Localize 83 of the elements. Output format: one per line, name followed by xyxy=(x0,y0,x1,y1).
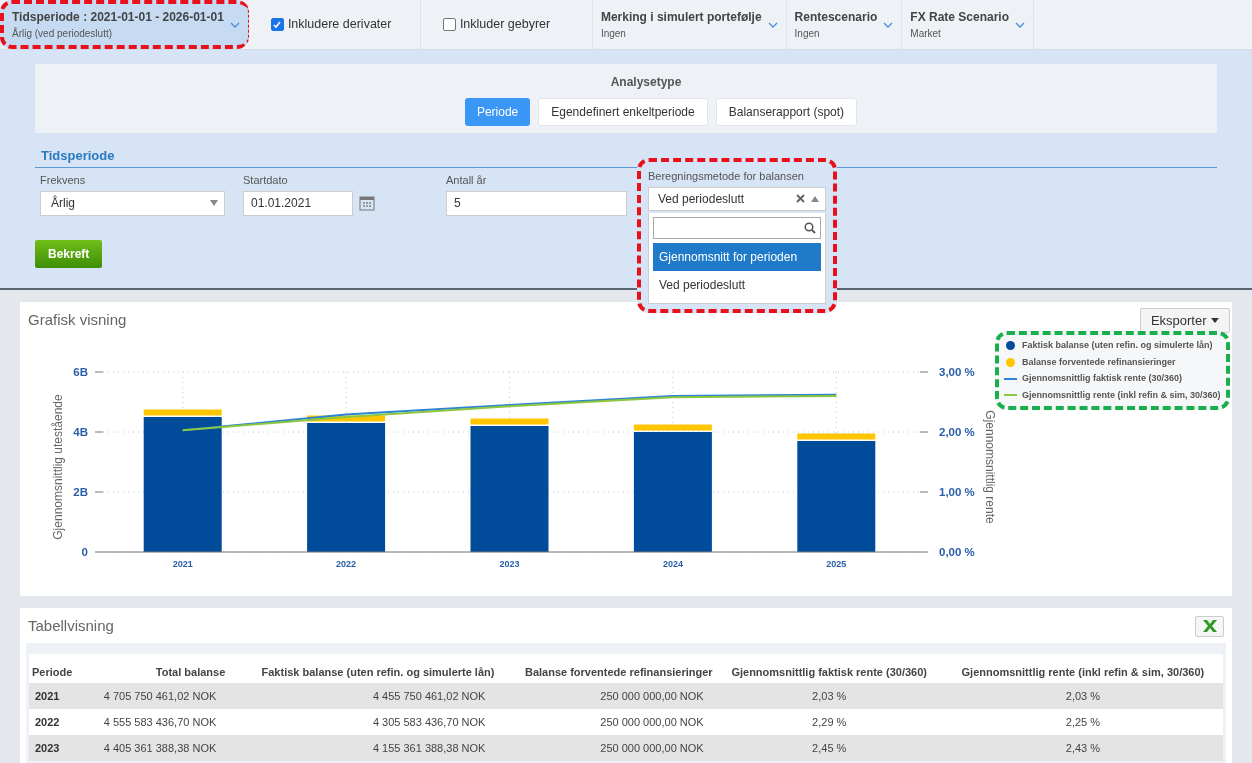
axis-tick-label: 6B xyxy=(73,365,88,378)
axis-tick-label: 2025 xyxy=(826,558,847,569)
table-cell: 4 455 750 461,02 NOK xyxy=(228,683,498,709)
column-header: Faktisk balanse (uten refin. og simulerte lån) xyxy=(228,653,498,683)
axis-tick-label: 2,00 % xyxy=(939,425,975,438)
select-field[interactable]: Årlig xyxy=(40,190,225,216)
table-cell: 4 705 750 461,02 NOK xyxy=(81,683,229,709)
table-cell: 2,03 % xyxy=(715,683,943,709)
legend-label[interactable]: Gjennomsnittlig faktisk rente (30/360) xyxy=(1022,372,1183,386)
checkbox[interactable] xyxy=(270,18,284,31)
legend-line xyxy=(1004,394,1017,397)
axis-tick-label: 1,00 % xyxy=(939,485,975,498)
field-label: Frekvens xyxy=(40,173,87,188)
checkbox-option[interactable]: Inkludere derivater xyxy=(270,15,392,34)
chevron-down-icon xyxy=(883,21,894,28)
chevron-down-icon xyxy=(1015,21,1025,28)
axis-tick-label: 4B xyxy=(73,425,88,438)
excel-icon xyxy=(1201,620,1218,633)
axis-tick-label: 0,00 % xyxy=(939,545,975,558)
table-cell: 4 405 361 388,38 NOK xyxy=(81,735,229,761)
table-cell: 2,45 % xyxy=(715,735,943,761)
table-cell: 2022 xyxy=(29,709,82,735)
axis-title: Gjennomsnittlig rente xyxy=(983,409,997,524)
legend-line xyxy=(1004,377,1017,380)
axis-tick-label: 3,00 % xyxy=(939,365,975,378)
column-header: Gjennomsnittlig faktisk rente (30/360) xyxy=(715,653,943,683)
axis-tick-label: 2021 xyxy=(172,558,193,569)
search-icon xyxy=(804,221,816,234)
table-cell: 4 155 361 388,38 NOK xyxy=(228,735,498,761)
caret-icon xyxy=(1210,318,1219,323)
excel-export-button[interactable] xyxy=(1195,615,1224,637)
filter-dropdown[interactable]: Merking i simulert portefølje Ingen xyxy=(592,0,787,49)
caret-icon xyxy=(210,200,218,206)
table-cell: 2,03 % xyxy=(942,683,1223,709)
field-label: Beregningsmetode for balansen xyxy=(648,169,805,184)
section-title: Analysetype xyxy=(609,74,682,91)
section-title: Tidsperiode xyxy=(40,148,116,163)
field-label: Antall år xyxy=(446,173,488,188)
clear-icon[interactable] xyxy=(796,194,805,203)
chevron-down-icon xyxy=(229,21,240,28)
axis-tick-label: 2023 xyxy=(499,558,520,569)
date-field[interactable]: 01.01.2021 xyxy=(243,190,353,216)
axis-title: Gjennomsnittlig utestående xyxy=(51,393,65,540)
table-cell: 250 000 000,00 NOK xyxy=(497,735,716,761)
panel-title: Grafisk visning xyxy=(28,310,128,330)
export-button[interactable]: Eksporter xyxy=(1139,308,1230,333)
axis-tick-label: 2022 xyxy=(336,558,357,569)
legend-label[interactable]: Faktisk balanse (uten refin. og simulerte lån) xyxy=(1022,339,1213,353)
table-cell: 2021 xyxy=(29,683,82,709)
select-field[interactable]: Ved periodeslutt xyxy=(648,186,826,211)
axis-tick-label: 0 xyxy=(81,545,88,558)
table-cell: 4 555 583 436,70 NOK xyxy=(81,709,229,735)
analysis-tab[interactable]: Egendefinert enkeltperiode xyxy=(538,98,708,126)
column-header: Balanse forventede refinansieringer xyxy=(497,653,716,683)
dropdown-option[interactable]: Ved periodeslutt xyxy=(653,270,821,299)
checkbox-option[interactable]: Inkluder gebyrer xyxy=(442,15,551,34)
column-header: Periode xyxy=(29,653,82,683)
legend-label[interactable]: Gjennomsnittlig rente (inkl refin & sim, 30/360) xyxy=(1022,388,1221,402)
filter-dropdown[interactable]: FX Rate Scenario Market xyxy=(902,0,1034,49)
table-cell: 2,25 % xyxy=(942,709,1223,735)
caret-icon xyxy=(811,195,819,202)
filter-dropdown[interactable]: Rentescenario Ingen xyxy=(786,0,903,49)
table-cell: 250 000 000,00 NOK xyxy=(497,683,716,709)
panel-title: Tabellvisning xyxy=(28,616,114,636)
table-cell: 4 305 583 436,70 NOK xyxy=(228,709,498,735)
column-header: Total balanse xyxy=(81,653,229,683)
search-field[interactable] xyxy=(653,216,821,239)
table-cell: 2,43 % xyxy=(942,735,1223,761)
calendar-icon[interactable] xyxy=(359,195,375,211)
table-cell: 2023 xyxy=(29,735,82,761)
table-cell: 2,29 % xyxy=(715,709,943,735)
axis-tick-label: 2024 xyxy=(662,558,683,569)
filter-dropdown[interactable]: Tidsperiode : 2021-01-01 - 2026-01-01 Årlig (ved periodeslutt) xyxy=(0,0,249,49)
dropdown-option[interactable]: Gjennomsnitt for perioden xyxy=(653,242,821,271)
number-field[interactable]: 5 xyxy=(446,190,627,216)
column-header: Gjennomsnittlig rente (inkl refin & sim, 30/360) xyxy=(942,653,1223,683)
axis-tick-label: 2B xyxy=(73,485,88,498)
checkbox[interactable] xyxy=(442,18,456,31)
field-label: Startdato xyxy=(243,173,289,188)
analysis-tab[interactable]: Balanserapport (spot) xyxy=(715,98,858,126)
table-cell: 250 000 000,00 NOK xyxy=(497,709,716,735)
chevron-down-icon xyxy=(767,21,778,28)
legend-label[interactable]: Balanse forventede refinansieringer xyxy=(1022,355,1176,369)
